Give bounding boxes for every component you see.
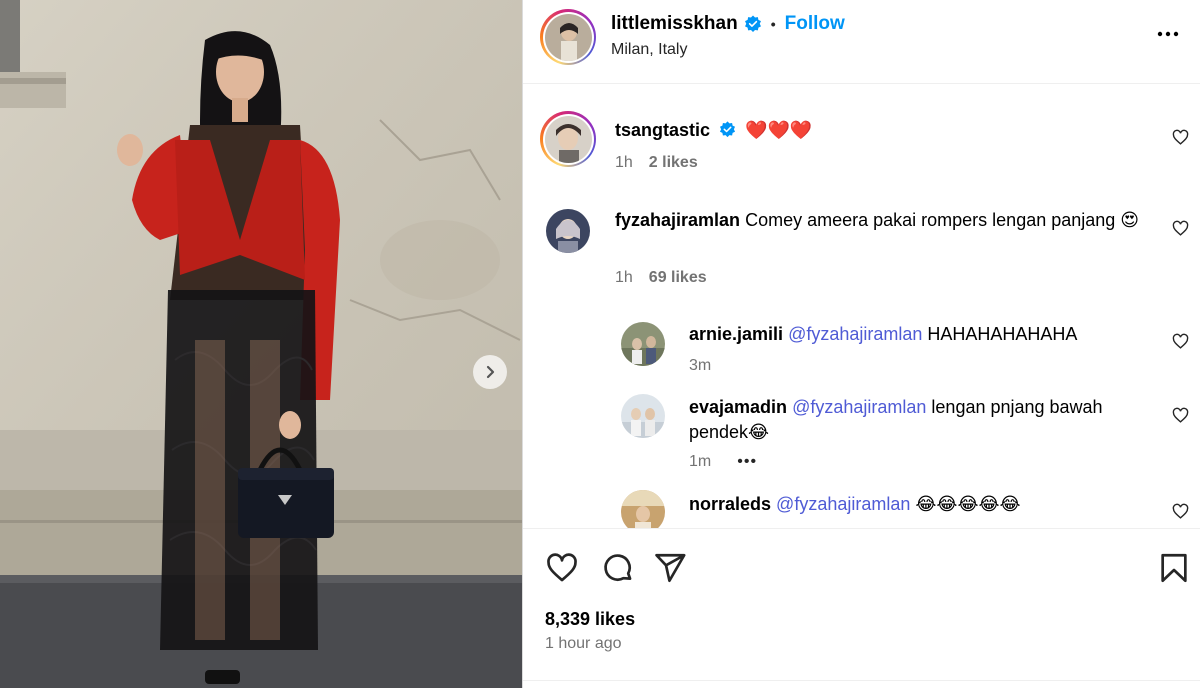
reply-time[interactable]: 1m (689, 453, 711, 471)
heart-icon[interactable] (545, 551, 579, 585)
next-photo-button[interactable] (473, 355, 507, 389)
comment-heart-icon[interactable] (1172, 129, 1189, 146)
post-photo[interactable] (0, 0, 522, 688)
comment-bubble-icon[interactable] (601, 551, 635, 585)
comment-meta: 1h 2 likes (615, 154, 698, 172)
follow-button[interactable]: Follow (785, 13, 845, 35)
avatar (544, 13, 592, 61)
reply-username[interactable]: norraleds (689, 494, 771, 514)
comment-text: tsangtastic ❤️❤️❤️ (615, 118, 812, 143)
comment-likes[interactable]: 69 likes (649, 269, 707, 287)
avatar[interactable] (621, 490, 665, 528)
comment-time[interactable]: 1h (615, 154, 633, 172)
instagram-post: littlemisskhan • Follow Milan, Italy tsa… (0, 0, 1200, 688)
comment-heart-icon[interactable] (1172, 220, 1189, 237)
comment-body: ❤️❤️❤️ (745, 120, 813, 140)
comment-time[interactable]: 1h (615, 269, 633, 287)
verified-badge-icon (720, 121, 736, 138)
comments-list[interactable]: tsangtastic ❤️❤️❤️ 1h 2 likes fyzahajira… (523, 85, 1200, 528)
comment-body: Comey ameera pakai rompers lengan panjan… (745, 210, 1140, 230)
reply-meta: 3m (689, 357, 711, 375)
reply-heart-icon[interactable] (1172, 407, 1189, 424)
comment-username[interactable]: fyzahajiramlan (615, 210, 740, 230)
reply-username[interactable]: arnie.jamili (689, 324, 783, 344)
post-timestamp[interactable]: 1 hour ago (545, 635, 622, 653)
post-likes-count[interactable]: 8,339 likes (545, 609, 635, 630)
avatar[interactable] (621, 322, 665, 366)
separator-dot: • (770, 16, 776, 32)
comment-username[interactable]: tsangtastic (615, 120, 710, 140)
reply-meta: 1m ••• (689, 453, 757, 471)
bookmark-icon[interactable] (1157, 551, 1191, 585)
reply-more-options[interactable]: ••• (737, 453, 757, 471)
story-ring[interactable] (540, 9, 596, 65)
more-options-icon[interactable] (1156, 22, 1180, 46)
author-username[interactable]: littlemisskhan (611, 13, 738, 35)
comment-likes[interactable]: 2 likes (649, 154, 698, 172)
verified-badge-icon (744, 15, 761, 33)
actions-divider (523, 528, 1200, 529)
comment-text: fyzahajiramlan Comey ameera pakai romper… (615, 208, 1163, 233)
reply-heart-icon[interactable] (1172, 333, 1189, 350)
post-image (0, 0, 522, 688)
reply-heart-icon[interactable] (1172, 503, 1189, 520)
reply-text: norraleds @fyzahajiramlan 😂😂😂😂😂 (689, 492, 1021, 517)
commenter-story-ring[interactable] (540, 111, 596, 167)
avatar[interactable] (546, 209, 590, 253)
reply-username[interactable]: evajamadin (689, 397, 787, 417)
post-side-panel: littlemisskhan • Follow Milan, Italy tsa… (523, 0, 1200, 688)
chevron-right-icon (486, 365, 495, 379)
paper-plane-icon[interactable] (653, 551, 687, 585)
avatar (544, 115, 592, 163)
reply-mention[interactable]: @fyzahajiramlan (776, 494, 910, 514)
post-author: littlemisskhan • Follow (611, 13, 845, 35)
reply-body: 😂😂😂😂😂 (915, 494, 1021, 514)
footer-divider (523, 680, 1200, 681)
action-bar (523, 540, 1200, 600)
reply-mention[interactable]: @fyzahajiramlan (792, 397, 926, 417)
comment-meta: 1h 69 likes (615, 269, 707, 287)
reply-text: arnie.jamili @fyzahajiramlan HAHAHAHAHAH… (689, 322, 1077, 347)
reply-mention[interactable]: @fyzahajiramlan (788, 324, 922, 344)
reply-time[interactable]: 3m (689, 357, 711, 375)
reply-body: HAHAHAHAHAHA (927, 324, 1078, 344)
reply-text: evajamadin @fyzahajiramlan lengan pnjang… (689, 395, 1159, 445)
avatar[interactable] (621, 394, 665, 438)
post-header: littlemisskhan • Follow Milan, Italy (523, 0, 1200, 84)
post-location[interactable]: Milan, Italy (611, 41, 687, 59)
